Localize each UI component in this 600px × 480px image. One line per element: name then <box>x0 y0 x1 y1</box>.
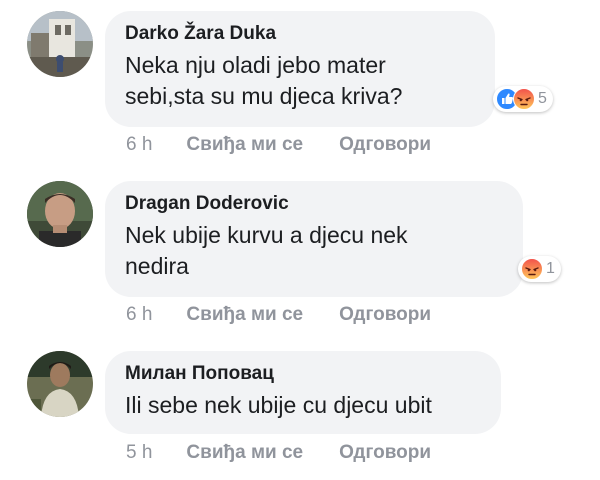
comment-author[interactable]: Милан Поповац <box>125 362 481 386</box>
avatar-photo-icon <box>27 351 93 417</box>
comment-timestamp[interactable]: 6 h <box>126 134 152 156</box>
avatar[interactable] <box>27 181 93 247</box>
comment-timestamp[interactable]: 6 h <box>126 304 152 326</box>
comment-actions: 6 h Свиђа ми се Одговори <box>126 304 431 326</box>
like-button[interactable]: Свиђа ми се <box>186 304 303 326</box>
angry-icon <box>521 258 543 280</box>
comment-bubble: Darko Žara Duka Neka nju oladi jebo mate… <box>105 11 495 127</box>
avatar[interactable] <box>27 351 93 417</box>
reply-button[interactable]: Одговори <box>339 304 431 326</box>
avatar-photo-icon <box>27 181 93 247</box>
angry-icon <box>513 88 535 110</box>
comment-text: Ili sebe nek ubije cu djecu ubit <box>125 392 432 418</box>
comment-timestamp[interactable]: 5 h <box>126 442 152 464</box>
like-button[interactable]: Свиђа ми се <box>186 442 303 464</box>
reaction-count: 5 <box>538 90 547 107</box>
avatar[interactable] <box>27 11 93 77</box>
reply-button[interactable]: Одговори <box>339 442 431 464</box>
avatar-photo-icon <box>27 11 93 77</box>
comment-bubble: Милан Поповац Ili sebe nek ubije cu djec… <box>105 351 501 434</box>
comment-author[interactable]: Darko Žara Duka <box>125 22 475 46</box>
comment-author[interactable]: Dragan Doderovic <box>125 192 503 216</box>
comment-text: Nek ubije kurvu a djecu nek nedira <box>125 222 408 279</box>
reply-button[interactable]: Одговори <box>339 134 431 156</box>
comment-bubble: Dragan Doderovic Nek ubije kurvu a djecu… <box>105 181 523 297</box>
reaction-count: 1 <box>546 260 555 277</box>
comment-text: Neka nju oladi jebo mater sebi,sta su mu… <box>125 52 403 109</box>
reaction-summary[interactable]: 1 <box>518 256 561 282</box>
comment-actions: 5 h Свиђа ми се Одговори <box>126 442 431 464</box>
reaction-summary[interactable]: 5 <box>493 86 553 112</box>
comment-actions: 6 h Свиђа ми се Одговори <box>126 134 431 156</box>
like-button[interactable]: Свиђа ми се <box>186 134 303 156</box>
